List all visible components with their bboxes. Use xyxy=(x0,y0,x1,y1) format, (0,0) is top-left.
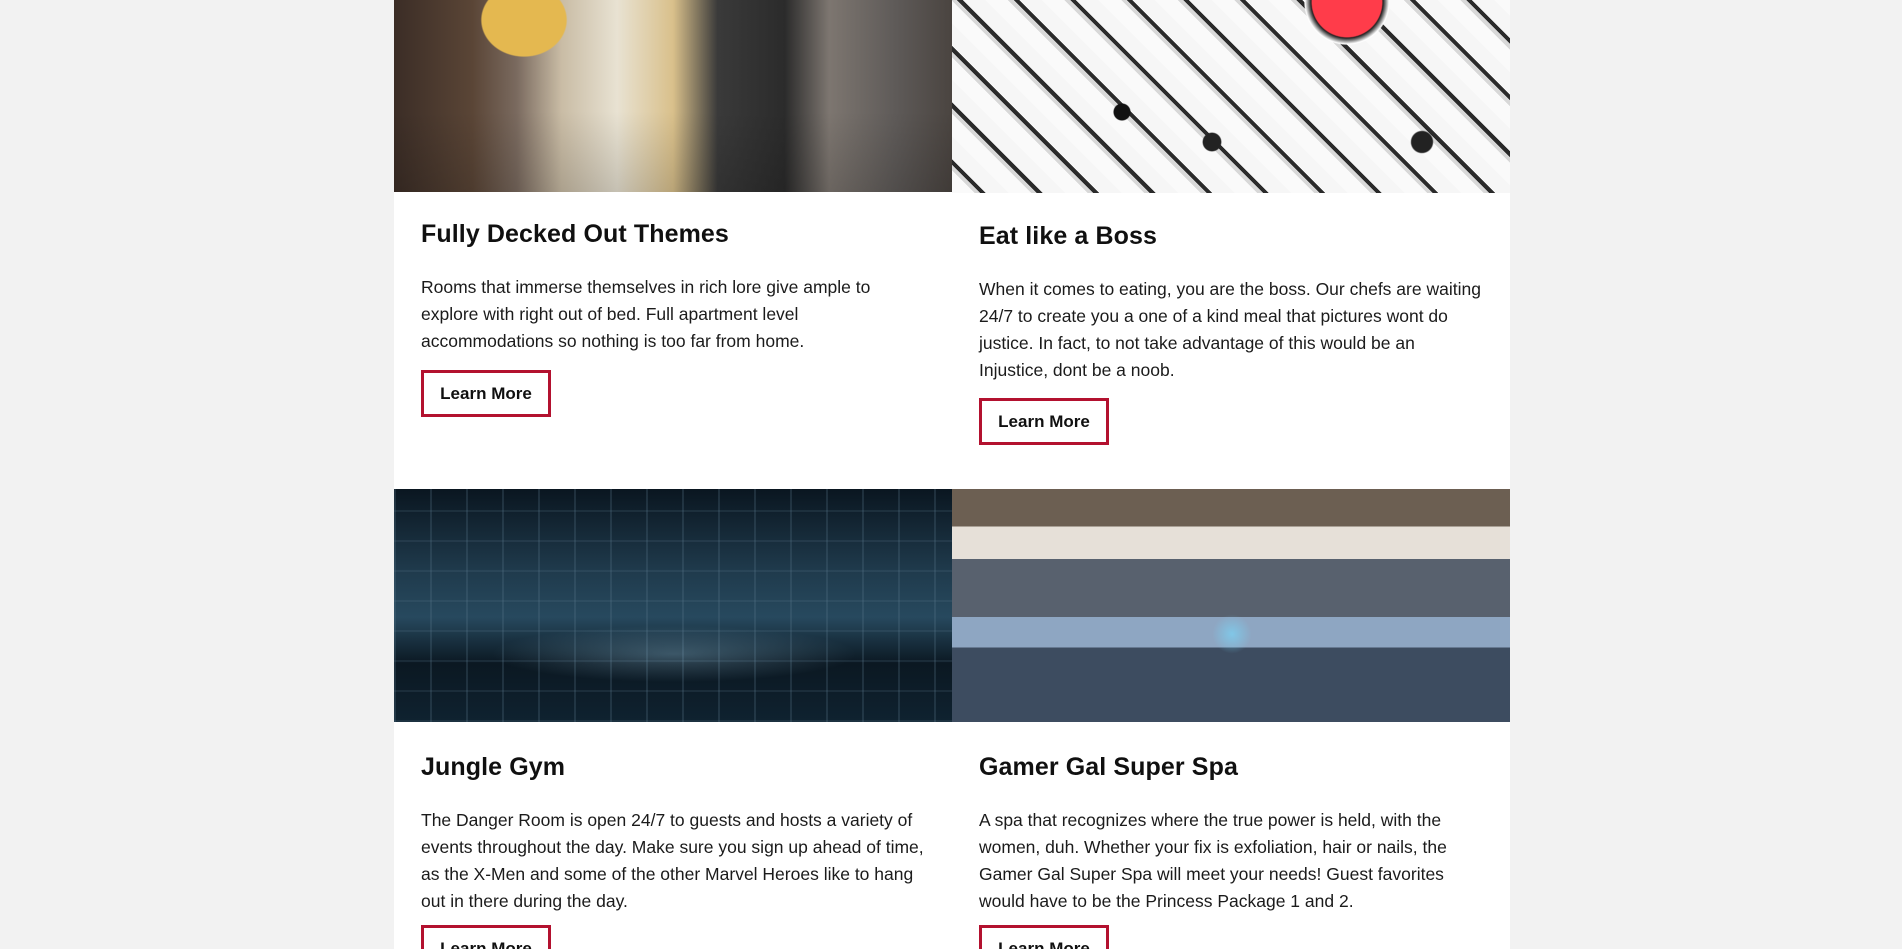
feature-card-gym: Jungle Gym The Danger Room is open 24/7 … xyxy=(394,489,952,949)
danger-room-image xyxy=(394,489,952,722)
feature-card-description: When it comes to eating, you are the bos… xyxy=(979,279,1481,380)
feature-card-text: Fully Decked Out Themes Rooms that immer… xyxy=(421,220,925,355)
learn-more-button[interactable]: Learn More xyxy=(979,398,1109,445)
feature-card-title: Jungle Gym xyxy=(421,753,566,781)
pokeball-cake-image xyxy=(952,0,1510,193)
feature-card-description: Rooms that immerse themselves in rich lo… xyxy=(421,277,871,351)
feature-card-themes: Fully Decked Out Themes Rooms that immer… xyxy=(394,0,952,489)
spa-room-image xyxy=(952,489,1510,722)
learn-more-button[interactable]: Learn More xyxy=(421,370,551,417)
feature-card-text: Gamer Gal Super Spa A spa that recognize… xyxy=(979,753,1483,915)
feature-card-title: Gamer Gal Super Spa xyxy=(979,753,1238,781)
feature-card-description: A spa that recognizes where the true pow… xyxy=(979,810,1447,911)
feature-card-title: Eat like a Boss xyxy=(979,222,1157,250)
features-grid: Fully Decked Out Themes Rooms that immer… xyxy=(394,0,1510,949)
feature-card-food: Eat like a Boss When it comes to eating,… xyxy=(952,0,1510,489)
feature-card-description: The Danger Room is open 24/7 to guests a… xyxy=(421,810,924,911)
batman-bedroom-image xyxy=(394,0,952,192)
learn-more-button[interactable]: Learn More xyxy=(979,925,1109,949)
feature-card-spa: Gamer Gal Super Spa A spa that recognize… xyxy=(952,489,1510,949)
feature-card-text: Eat like a Boss When it comes to eating,… xyxy=(979,222,1483,384)
feature-card-title: Fully Decked Out Themes xyxy=(421,220,729,248)
feature-card-text: Jungle Gym The Danger Room is open 24/7 … xyxy=(421,753,925,915)
learn-more-button[interactable]: Learn More xyxy=(421,925,551,949)
